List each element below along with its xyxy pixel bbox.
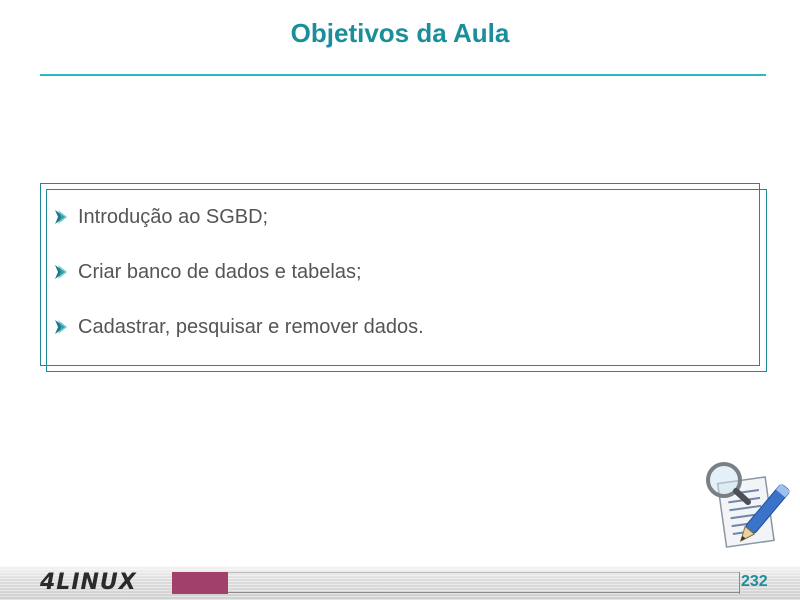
list-item: Introdução ao SGBD; — [54, 202, 424, 232]
footer-divider-bottom — [228, 592, 740, 593]
arrow-bullet-icon — [55, 265, 67, 279]
title-underline — [40, 74, 766, 76]
list-item: Cadastrar, pesquisar e remover dados. — [54, 312, 424, 342]
arrow-bullet-icon — [55, 210, 67, 224]
list-item: Criar banco de dados e tabelas; — [54, 257, 424, 287]
brand-logo: 4LINUX — [40, 570, 137, 595]
footer-accent-bar — [172, 572, 228, 594]
slide-title: Objetivos da Aula — [290, 18, 510, 48]
objective-text: Criar banco de dados e tabelas; — [78, 260, 362, 283]
page-number: 232 — [741, 573, 768, 590]
objectives-list: Introdução ao SGBD; Criar banco de dados… — [54, 202, 424, 367]
arrow-bullet-icon — [55, 320, 67, 334]
magnifier-document-pen-icon — [706, 462, 791, 548]
objective-text: Introdução ao SGBD; — [78, 205, 269, 228]
objective-text: Cadastrar, pesquisar e remover dados. — [78, 315, 424, 338]
footer-divider-top — [228, 572, 740, 573]
footer-divider-tick — [739, 572, 740, 594]
